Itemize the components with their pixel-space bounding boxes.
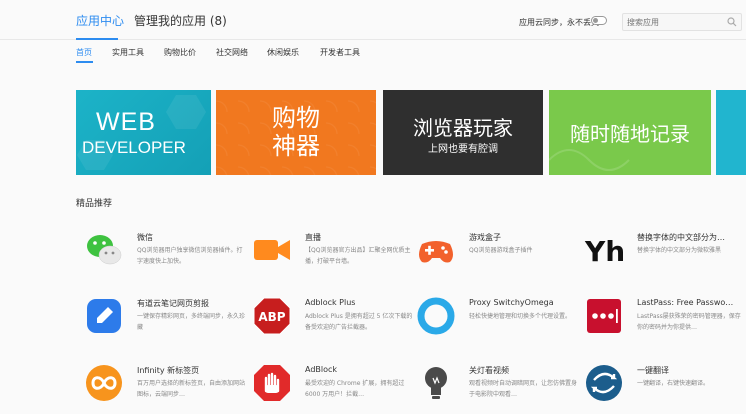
proxy-ring-icon: [417, 297, 455, 335]
nav-tools[interactable]: 实用工具: [112, 47, 144, 58]
banner-shopping[interactable]: 购物 神器: [216, 90, 376, 175]
app-desc: 观看视频时自动调暗网页，让您仿佛置身于电影院中观看…: [469, 380, 577, 398]
nav-active-underline: [76, 61, 93, 63]
banner-title: WEB: [96, 108, 156, 136]
nav-leisure[interactable]: 休闲娱乐: [267, 47, 299, 58]
app-card-translate[interactable]: 一键翻译 一键翻译，右键快速翻译。: [584, 363, 744, 414]
app-card-lastpass[interactable]: LastPass: Free Passwo… LastPass屡获殊荣的密码管理…: [584, 296, 744, 348]
banner-partial[interactable]: [716, 90, 746, 175]
nav-developer[interactable]: 开发者工具: [320, 47, 360, 58]
yh-font-icon: Yh: [584, 235, 624, 268]
svg-text:Yh: Yh: [584, 235, 624, 268]
banner-subtitle: DEVELOPER: [82, 138, 186, 157]
infinity-icon: [86, 365, 122, 401]
nav-home[interactable]: 首页: [76, 47, 92, 58]
banner-record-anytime[interactable]: 随时随地记录: [549, 90, 711, 175]
lastpass-icon: [587, 299, 621, 333]
tab-manage-my-apps[interactable]: 管理我的应用 (8): [134, 12, 227, 29]
app-name: 一键翻译: [637, 366, 669, 375]
app-desc: QQ浏览器用户独享微信浏览器插件。打字速度快上加快。: [137, 247, 243, 265]
app-name: 替换字体的中文部分为…: [637, 233, 725, 242]
app-desc: 替换字体的中文部分为微软雅黑: [637, 247, 722, 254]
app-name: 游戏盒子: [469, 233, 501, 242]
app-name: 微信: [137, 233, 153, 242]
app-desc: 一键翻译，右键快速翻译。: [637, 380, 710, 387]
app-name: 有道云笔记网页剪报: [137, 299, 209, 308]
app-name: Adblock Plus: [305, 298, 356, 307]
app-desc: 百万用户选择的新标签页，自由添加网站图标，云端同步…: [137, 380, 245, 398]
tab-app-center[interactable]: 应用中心: [76, 12, 124, 29]
banner-title: 随时随地记录: [570, 122, 690, 146]
app-card-adblock[interactable]: AdBlock 最受欢迎的 Chrome 扩展，拥有超过 6000 万用户！拦截…: [252, 363, 412, 414]
app-card-game-box[interactable]: 游戏盒子 QQ浏览器游戏盒子插件: [416, 230, 576, 282]
banner-browser-player[interactable]: 浏览器玩家 上网也要有腔调: [383, 90, 543, 175]
banner-title: 购物 神器: [216, 104, 376, 160]
nav-social[interactable]: 社交网络: [216, 47, 248, 58]
wechat-icon: [87, 235, 122, 265]
app-card-proxy[interactable]: Proxy SwitchyOmega 轻松快捷地管理和切换多个代理设置。: [416, 296, 576, 348]
app-desc: 最受欢迎的 Chrome 扩展，拥有超过 6000 万用户！拦截…: [305, 380, 405, 398]
svg-text:ABP: ABP: [258, 310, 285, 324]
app-name: LastPass: Free Passwo…: [637, 298, 734, 307]
app-name: Infinity 新标签页: [137, 366, 200, 375]
app-desc: QQ浏览器游戏盒子插件: [469, 247, 533, 254]
nav-shopping[interactable]: 购物比价: [164, 47, 196, 58]
gamepad-icon: [419, 241, 453, 263]
search-box[interactable]: [622, 13, 742, 31]
translate-icon: [586, 365, 622, 401]
youdao-note-icon: [87, 299, 121, 333]
search-input[interactable]: [627, 16, 723, 28]
app-name: 关灯看视频: [469, 366, 509, 375]
app-card-youdao[interactable]: 有道云笔记网页剪报 一键保存精彩网页，多终端同步，永久珍藏: [84, 296, 245, 348]
sync-toggle[interactable]: [591, 16, 607, 25]
app-desc: 轻松快捷地管理和切换多个代理设置。: [469, 313, 572, 320]
banner-web-developer[interactable]: WEB DEVELOPER: [76, 90, 211, 175]
lightbulb-icon: [425, 367, 447, 399]
search-icon[interactable]: [727, 17, 737, 27]
live-camera-icon: [254, 240, 290, 260]
section-title: 精品推荐: [76, 199, 113, 209]
app-card-wechat[interactable]: 微信 QQ浏览器用户独享微信浏览器插件。打字速度快上加快。: [84, 230, 244, 282]
top-header: 应用中心 管理我的应用 (8) 应用云同步，永不丢失: [0, 0, 746, 40]
app-name: 直播: [305, 233, 321, 242]
banner-line1: 购物: [272, 104, 320, 132]
app-desc: LastPass屡获殊荣的密码管理器，保存你的密码并为你提供…: [637, 313, 741, 331]
banner-subtitle: 上网也要有腔调: [428, 144, 498, 155]
app-name: AdBlock: [305, 365, 338, 374]
banner-line2: 神器: [272, 132, 320, 160]
adblock-hand-icon: [254, 365, 290, 401]
category-nav: 首页 实用工具 购物比价 社交网络 休闲娱乐 开发者工具: [0, 40, 746, 64]
app-desc: 一键保存精彩网页，多终端同步，永久珍藏: [137, 313, 245, 331]
app-desc: Adblock Plus 是拥有超过 5 亿次下载的备受欢迎的广告拦截器。: [305, 313, 413, 331]
app-desc: 【QQ浏览器官方出品】汇聚全网优质主播，打破平台墙。: [305, 247, 411, 265]
app-card-font-replace[interactable]: Yh 替换字体的中文部分为… 替换字体的中文部分为微软雅黑: [584, 230, 744, 282]
app-card-lights-off[interactable]: 关灯看视频 观看视频时自动调暗网页，让您仿佛置身于电影院中观看…: [416, 363, 577, 414]
app-name: Proxy SwitchyOmega: [469, 298, 554, 307]
app-card-live[interactable]: 直播 【QQ浏览器官方出品】汇聚全网优质主播，打破平台墙。: [252, 230, 412, 282]
banner-title: 浏览器玩家: [413, 116, 513, 140]
app-card-adblock-plus[interactable]: ABP Adblock Plus Adblock Plus 是拥有超过 5 亿次…: [252, 296, 412, 348]
sync-label: 应用云同步，永不丢失: [519, 18, 599, 27]
abp-icon: ABP: [253, 297, 291, 335]
app-card-infinity[interactable]: Infinity 新标签页 百万用户选择的新标签页，自由添加网站图标，云端同步…: [84, 363, 245, 414]
